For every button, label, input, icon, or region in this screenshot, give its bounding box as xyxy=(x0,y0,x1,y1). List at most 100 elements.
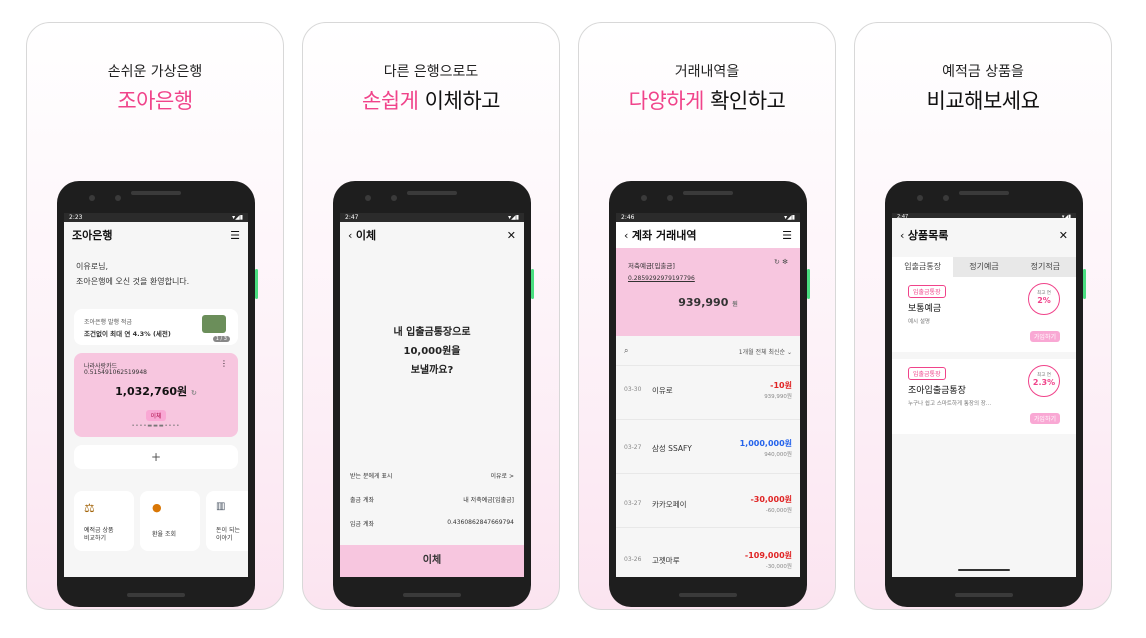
detail-label: 받는 분에게 표시 xyxy=(350,473,393,480)
tab-fixed-deposit[interactable]: 정기예금 xyxy=(953,257,1015,277)
list-item[interactable]: 03-27 삼성 SSAFY 1,000,000원 940,000원 xyxy=(616,419,800,473)
panel-4: 예적금 상품을 비교해보세요 2:47 ▾◢▮ ‹ 상품목록 ✕ 입출금통장 정기예… xyxy=(854,22,1112,610)
tab-installment-savings[interactable]: 정기적금 xyxy=(1014,257,1076,277)
balance-unit: 원 xyxy=(732,301,738,308)
welcome-name: 이유로님, xyxy=(76,262,108,271)
detail-row[interactable]: 받는 분에게 표시 이유로 > xyxy=(350,471,514,495)
detail-row: 입금 계좌 0.4360862847669794 xyxy=(350,519,514,543)
screen-title: 이체 xyxy=(355,229,377,242)
welcome-message: 조아은행에 오신 것을 환영합니다. xyxy=(76,277,190,286)
account-balance: 1,032,760원 xyxy=(115,385,188,398)
account-summary: 저축예금[입출금] ↻ ✻ 0.2859292979197796 939,990… xyxy=(616,248,800,336)
transfer-details: 받는 분에게 표시 이유로 > 출금 계좌 내 저축예금[입출금] 입금 계좌 0.4… xyxy=(350,471,514,543)
tx-amount: -109,000원 xyxy=(744,551,792,560)
confirm-line2: 10,000원을 xyxy=(403,346,461,357)
list-item[interactable]: 03-26 고젯마루 -109,000원 -30,000원 xyxy=(616,527,800,577)
filter-dropdown[interactable]: 1개월 전체 최신순 ⌄ xyxy=(739,347,792,356)
caption-highlight: 조아은행 xyxy=(117,89,193,113)
list-item[interactable]: 03-27 카카오페이 -30,000원 -60,000원 xyxy=(616,473,800,527)
rate-circle: 최고 연 2% xyxy=(1028,283,1060,315)
app-title: 조아은행 xyxy=(72,229,113,242)
list-item[interactable]: 03-30 이유로 -10원 939,990원 xyxy=(616,365,800,419)
confirm-line1: 내 입출금통장으로 xyxy=(393,327,471,338)
join-button[interactable]: 가입하기 xyxy=(1029,331,1060,342)
product-badge: 입출금통장 xyxy=(908,285,946,298)
history-screen: 2:46 ▾◢▮ ‹ 계좌 거래내역 ☰ 저축예금[입출금] ↻ ✻ 0.28592… xyxy=(616,213,800,577)
money-icon xyxy=(202,315,226,333)
phone-frame: 2:46 ▾◢▮ ‹ 계좌 거래내역 ☰ 저축예금[입출금] ↻ ✻ 0.28592… xyxy=(609,181,810,607)
caption-line1: 거래내역을 xyxy=(674,64,740,80)
panel-2: 다른 은행으로도 손쉽게 이체하고 2:47 ▾◢▮ ‹ 이체 ✕ 내 입출금통장으… xyxy=(302,22,560,610)
tx-balance: 939,990원 xyxy=(764,394,792,400)
rate-circle: 최고 연 2.3% xyxy=(1028,365,1060,397)
product-name: 조아입출금통장 xyxy=(908,386,966,396)
refresh-icon[interactable]: ↻ xyxy=(191,389,197,397)
caption-rest: 이체하고 xyxy=(418,89,501,113)
close-icon[interactable]: ✕ xyxy=(1059,229,1068,242)
status-time: 2:46 xyxy=(621,214,635,221)
back-icon[interactable]: ‹ xyxy=(624,229,628,242)
quick-story[interactable]: ▥ 돈이 되는 이야기 xyxy=(206,491,248,551)
tx-name: 고젯마루 xyxy=(652,556,680,565)
status-time: 2:23 xyxy=(69,214,83,221)
quick-exchange-label: 환율 조회 xyxy=(152,531,176,538)
tx-name: 이유로 xyxy=(652,386,673,395)
phone-frame: 2:23 ▾◢▮ 조아은행 ☰ 이유로님, 조아은행에 오신 것을 환영합니다. 조… xyxy=(57,181,258,607)
join-button[interactable]: 가입하기 xyxy=(1029,413,1060,424)
account-number: 0.2859292979197796 xyxy=(628,275,695,282)
back-icon[interactable]: ‹ xyxy=(348,229,352,242)
detail-label: 출금 계좌 xyxy=(350,497,374,504)
product-desc: 누구나 쉽고 스마트하게 통장의 장... xyxy=(908,401,992,407)
menu-icon[interactable]: ☰ xyxy=(782,229,792,242)
product-desc: 예시 설명 xyxy=(908,319,930,325)
product-card[interactable]: 입출금통장 조아입출금통장 누구나 쉽고 스마트하게 통장의 장... 최고 연… xyxy=(892,359,1076,434)
account-type: 저축예금[입출금] xyxy=(628,262,675,270)
tx-date: 03-30 xyxy=(624,386,642,393)
product-name: 보통예금 xyxy=(908,304,942,314)
search-icon[interactable]: ⌕ xyxy=(624,346,628,356)
menu-icon[interactable]: ☰ xyxy=(230,229,240,242)
product-card[interactable]: 입출금통장 보통예금 예시 설명 최고 연 2% 가입하기 xyxy=(892,277,1076,352)
account-card[interactable]: 나라사랑카드 0.515491062519948 ⋮ 1,032,760원 ↻ … xyxy=(74,353,238,437)
more-icon[interactable]: ⋮ xyxy=(220,359,228,368)
status-time: 2:47 xyxy=(897,214,909,220)
phone-frame: 2:47 ▾◢▮ ‹ 이체 ✕ 내 입출금통장으로 10,000원을 보낼까요? 받… xyxy=(333,181,534,607)
promo-banner[interactable]: 조아은행 발행 적금 조건없이 최대 연 4.3% (세전) 1 / 3 xyxy=(74,309,238,345)
panel-1: 손쉬운 가상은행 조아은행 2:23 ▾◢▮ 조아은행 ☰ 이유로님, 조아은행에 … xyxy=(26,22,284,610)
caption-line2: 조아은행 xyxy=(27,85,283,115)
promo-title: 조아은행 발행 적금 xyxy=(84,319,132,326)
coin-icon: ● xyxy=(152,501,162,514)
gear-icon[interactable]: ✻ xyxy=(782,258,788,266)
tx-name: 카카오페이 xyxy=(652,500,687,509)
tab-deposit-account[interactable]: 입출금통장 xyxy=(892,257,954,277)
book-icon: ▥ xyxy=(216,501,226,512)
promo-page: 1 / 3 xyxy=(212,336,230,342)
tx-date: 03-27 xyxy=(624,500,642,507)
tx-date: 03-26 xyxy=(624,556,642,563)
transfer-submit-button[interactable]: 이체 xyxy=(340,545,524,577)
confirm-line3: 보낼까요? xyxy=(410,365,454,376)
signal-icon: ▾◢▮ xyxy=(1061,214,1071,220)
tx-balance: -30,000원 xyxy=(765,564,792,570)
account-balance: 939,990 xyxy=(678,296,729,309)
carousel-dots: ••••▬▬▬•••• xyxy=(131,423,181,429)
caption-line1: 손쉬운 가상은행 xyxy=(107,64,203,80)
quick-exchange[interactable]: ● 환율 조회 xyxy=(140,491,200,551)
transfer-button[interactable]: 이체 xyxy=(146,410,166,421)
caption-highlight: 다양하게 xyxy=(628,89,705,113)
refresh-icon[interactable]: ↻ xyxy=(774,258,780,266)
close-icon[interactable]: ✕ xyxy=(507,229,516,242)
product-badge: 입출금통장 xyxy=(908,367,946,380)
signal-icon: ▾◢▮ xyxy=(784,214,795,221)
detail-label: 입금 계좌 xyxy=(350,521,374,528)
tx-amount: 1,000,000원 xyxy=(739,439,792,448)
add-account-button[interactable]: + xyxy=(74,445,238,469)
caption-line2: 다양하게 확인하고 xyxy=(579,85,835,115)
detail-value: 0.4360862847669794 xyxy=(447,519,514,526)
transaction-list: 03-30 이유로 -10원 939,990원 03-27 삼성 SSAFY 1… xyxy=(616,365,800,577)
signal-icon: ▾◢▮ xyxy=(232,214,243,221)
back-icon[interactable]: ‹ xyxy=(900,229,904,242)
quick-compare[interactable]: ⚖ 예적금 상품 비교하기 xyxy=(74,491,134,551)
scale-icon: ⚖ xyxy=(84,501,95,515)
quick-story-label2: 이야기 xyxy=(216,535,233,542)
